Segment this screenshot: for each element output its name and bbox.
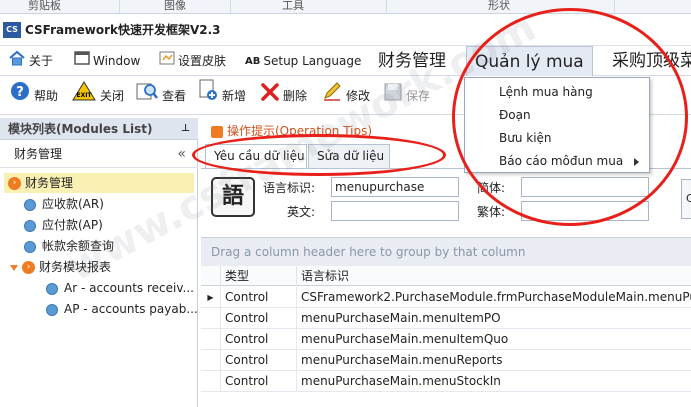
divider [230,0,231,14]
current-row-icon: ▶ [201,287,221,308]
menu-item-setup-language[interactable]: AB Setup Language [245,46,361,76]
divider [386,0,387,14]
lang-id-cell[interactable]: menuPurchaseMain.menuItemQuo [297,329,691,350]
lang-id-cell[interactable]: menuPurchaseMain.menuItemPO [297,308,691,329]
view-icon [136,78,158,116]
delete-button[interactable]: 删除 [261,77,307,115]
tree-item-label: 财务管理 [25,176,74,190]
lang-id-cell[interactable]: menuPurchaseMain.menuStockIn [297,371,691,392]
lang-id-input[interactable] [331,177,459,197]
english-input[interactable] [331,201,459,221]
close-label: 关闭 [100,89,125,103]
column-header-type[interactable]: 类型 [221,266,297,286]
tree-item-ar-report[interactable]: Ar - accounts receiv... [46,278,194,298]
modules-panel-header: 模块列表(Modules List) ⊥ [0,118,198,140]
view-button[interactable]: 查看 [136,77,186,115]
row-indicator [201,371,221,392]
tree-item-label: 应付款(AP) [42,218,103,232]
table-row[interactable]: Control menuPurchaseMain.menuItemQuo [201,329,691,350]
table-row[interactable]: Control menuPurchaseMain.menuReports [201,350,691,371]
module-group-header[interactable]: 财务管理 « [0,140,198,168]
grid-header: 类型 语言标识 [201,266,691,286]
tree-item-ap-report[interactable]: AP - accounts payab... [46,299,198,319]
ribbon-group-clipboard: 剪贴板 [28,0,61,12]
module-icon [46,282,58,295]
tips-icon [211,125,223,138]
orange-bullet-icon: › [22,261,35,274]
divider [119,0,120,14]
delete-icon [261,78,279,116]
menu-item-window[interactable]: Window [74,46,140,76]
menu-item-about[interactable]: 关于 [8,46,53,76]
type-cell[interactable]: Control [221,329,297,350]
add-button[interactable]: 新增 [198,77,246,115]
type-cell[interactable]: Control [221,371,297,392]
chevron-down-icon[interactable] [10,264,18,271]
clear-button[interactable]: C [681,179,691,219]
module-icon [24,219,36,232]
svg-text:?: ? [16,85,24,100]
type-cell[interactable]: Control [221,308,297,329]
module-icon [46,303,58,316]
divider [614,0,615,14]
table-row[interactable]: Control menuPurchaseMain.menuItemPO [201,308,691,329]
delete-label: 删除 [283,89,308,103]
table-row[interactable]: Control menuPurchaseMain.menuStockIn [201,371,691,392]
add-label: 新增 [222,89,247,103]
tree-item-label: AP - accounts payab... [64,302,198,316]
lang-id-cell[interactable]: CSFramework2.PurchaseModule.frmPurchaseM… [297,287,691,308]
module-icon [24,240,36,253]
table-row[interactable]: ▶ Control CSFramework2.PurchaseModule.fr… [201,287,691,308]
type-cell[interactable]: Control [221,350,297,371]
help-icon: ? [10,78,30,116]
menu-item-label: Window [93,54,141,68]
lang-id-cell[interactable]: menuPurchaseMain.menuReports [297,350,691,371]
row-indicator [201,329,221,350]
module-icon [24,198,36,211]
exit-icon: EXIT [72,78,96,116]
group-panel[interactable]: Drag a column header here to group by th… [201,238,691,266]
row-indicator [201,350,221,371]
modules-panel-title: 模块列表(Modules List) [8,122,153,136]
home-icon [8,47,26,77]
close-button[interactable]: EXIT 关闭 [72,77,124,115]
pin-icon[interactable]: ⊥ [181,118,190,140]
help-button[interactable]: ? 帮助 [10,77,58,115]
type-cell[interactable]: Control [221,287,297,308]
ribbon-group-image: 图像 [164,0,186,12]
view-label: 查看 [162,89,187,103]
annotation-ellipse-menu [452,8,688,226]
window-title: CSFramework快速开发框架V2.3 [25,23,221,37]
english-label: 英文: [287,205,316,219]
menu-item-label: Setup Language [263,54,362,68]
menu-item-label: 设置皮肤 [178,54,227,68]
tree-item-label: 应收款(AR) [42,197,104,211]
collapse-icon[interactable]: « [177,140,186,168]
menu-item-label: 关于 [29,54,54,68]
ribbon-group-tools: 工具 [282,0,304,12]
window-icon [74,47,90,77]
data-grid: Drag a column header here to group by th… [201,237,691,407]
svg-text:EXIT: EXIT [76,92,92,99]
skin-icon [159,47,175,77]
menu-item-skin[interactable]: 设置皮肤 [159,46,226,76]
row-indicator [201,308,221,329]
annotation-ellipse-tabs [192,134,446,176]
tree-item-finance[interactable]: › 财务管理 [4,173,194,193]
module-group-title: 财务管理 [14,147,63,161]
help-label: 帮助 [34,89,59,103]
indicator-header [201,266,221,286]
orange-bullet-icon: › [8,177,21,190]
tree-item-ar[interactable]: 应收款(AR) [24,194,104,214]
column-header-lang-id[interactable]: 语言标识 [297,266,691,286]
add-icon [198,78,218,116]
ab-icon: AB [245,55,261,67]
app-logo: CS [3,22,21,38]
